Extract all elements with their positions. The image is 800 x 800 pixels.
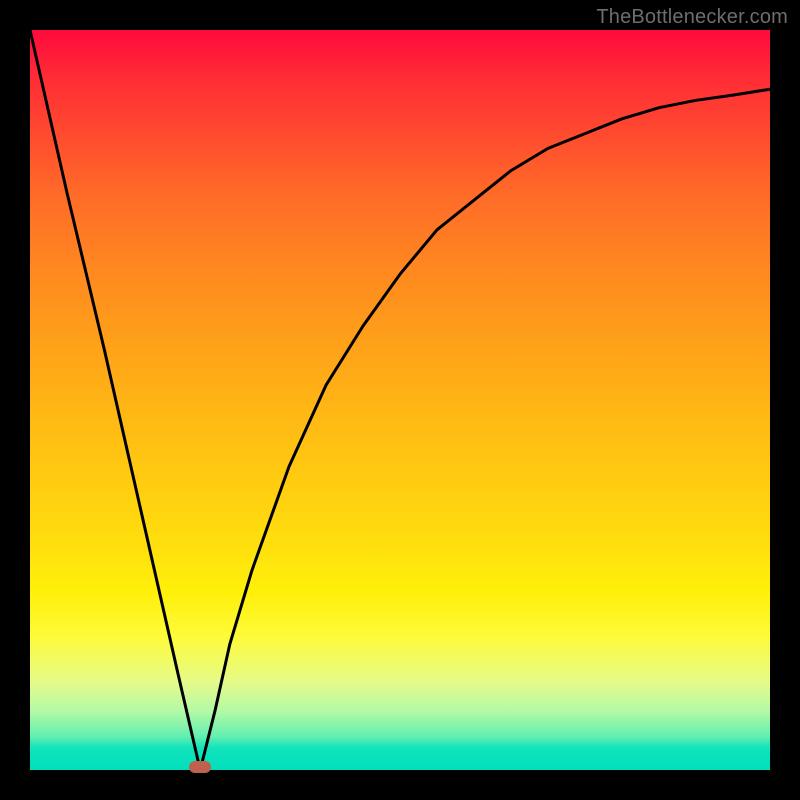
plot-area (30, 30, 770, 770)
optimal-marker (189, 761, 211, 773)
chart-stage: TheBottlenecker.com (0, 0, 800, 800)
curve-svg (30, 30, 770, 770)
watermark-text: TheBottlenecker.com (596, 6, 788, 29)
bottleneck-curve-path (30, 30, 770, 770)
